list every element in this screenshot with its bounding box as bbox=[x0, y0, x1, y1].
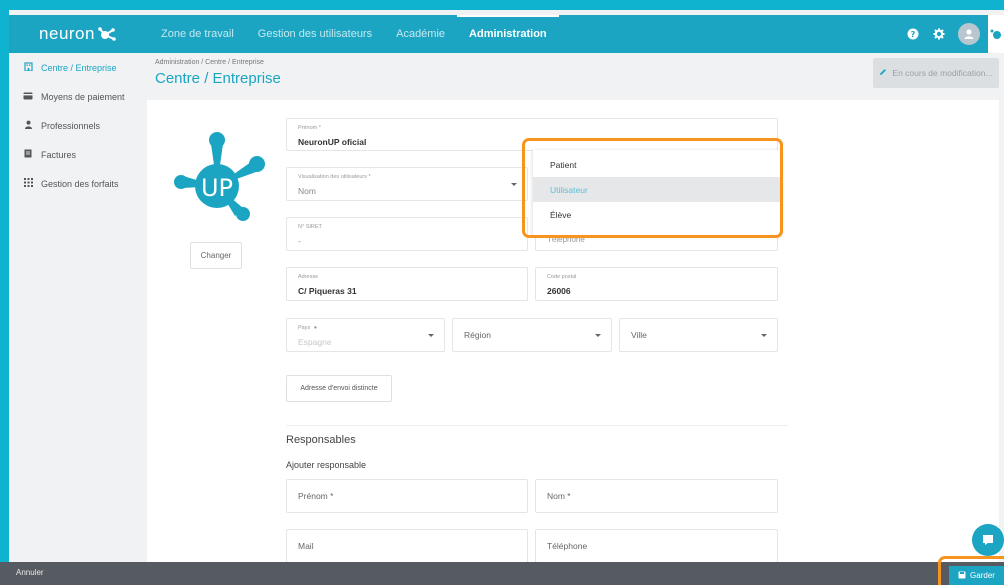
chevron-down-icon bbox=[761, 334, 767, 337]
resp-telephone-placeholder: Téléphone bbox=[547, 541, 588, 551]
resp-prenom-placeholder: Prénom * bbox=[298, 491, 334, 501]
invoice-icon bbox=[21, 149, 35, 160]
resp-prenom-input[interactable]: Prénom * bbox=[286, 479, 528, 513]
adresse-field[interactable]: Adresse C/ Piqueras 31 bbox=[286, 267, 528, 301]
sidebar-item-professionnels[interactable]: Professionnels bbox=[9, 111, 147, 140]
pays-value: Espagne bbox=[298, 337, 332, 347]
sidebar-item-gestion-forfaits[interactable]: Gestion des forfaits bbox=[9, 169, 147, 198]
tab-administration[interactable]: Administration bbox=[457, 15, 559, 53]
resp-nom-input[interactable]: Nom * bbox=[535, 479, 778, 513]
resp-nom-placeholder: Nom * bbox=[547, 491, 571, 501]
dropdown-highlight bbox=[522, 138, 783, 238]
tab-zone-de-travail[interactable]: Zone de travail bbox=[149, 15, 246, 53]
sidebar-item-label: Professionnels bbox=[41, 120, 101, 131]
grid-icon bbox=[21, 178, 35, 189]
chat-icon[interactable] bbox=[972, 524, 1004, 556]
organization-logo: UP bbox=[173, 126, 267, 227]
settings-icon[interactable] bbox=[928, 23, 950, 45]
code-postal-value: 26006 bbox=[547, 286, 571, 296]
lock-icon: ● bbox=[313, 325, 318, 331]
ville-select[interactable]: Ville bbox=[619, 318, 778, 352]
neuron-logo-icon bbox=[98, 27, 116, 41]
pencil-icon bbox=[879, 68, 887, 78]
pays-select[interactable]: Pays ● Espagne bbox=[286, 318, 445, 352]
change-logo-button[interactable]: Changer bbox=[190, 242, 242, 269]
sidebar-item-label: Factures bbox=[41, 149, 77, 160]
chevron-down-icon bbox=[595, 334, 601, 337]
resp-mail-placeholder: Mail bbox=[298, 541, 314, 551]
resp-mail-input[interactable]: Mail bbox=[286, 529, 528, 563]
logo-text: neuron bbox=[39, 24, 95, 43]
region-placeholder: Région bbox=[464, 330, 491, 340]
neuron-logo[interactable]: neuron bbox=[9, 15, 147, 53]
nav-tabs: Zone de travail Gestion des utilisateurs… bbox=[149, 15, 559, 53]
visualisation-label: Visualisation des utilisateurs * bbox=[298, 174, 371, 180]
app-frame: neuron Zone de travail Gestion des utili… bbox=[9, 10, 1004, 585]
visualisation-select[interactable]: Visualisation des utilisateurs * Nom bbox=[286, 167, 528, 201]
user-avatar[interactable] bbox=[958, 23, 980, 45]
sidebar-item-factures[interactable]: Factures bbox=[9, 140, 147, 169]
edit-status-button[interactable]: En cours de modification... bbox=[873, 58, 999, 88]
credit-card-icon bbox=[21, 92, 35, 102]
sidebar: Centre / Entreprise Moyens de paiement P… bbox=[9, 53, 147, 566]
ville-placeholder: Ville bbox=[631, 330, 647, 340]
person-icon bbox=[21, 120, 35, 131]
breadcrumb: Administration / Centre / Entreprise bbox=[155, 59, 264, 66]
code-postal-label: Code postal bbox=[547, 274, 577, 280]
chevron-down-icon bbox=[428, 334, 434, 337]
responsables-title: Responsables bbox=[286, 434, 356, 446]
save-highlight bbox=[938, 556, 1004, 585]
code-postal-field[interactable]: Code postal 26006 bbox=[535, 267, 778, 301]
nav-icons: ? bbox=[902, 15, 1004, 53]
adresse-value: C/ Piqueras 31 bbox=[298, 286, 357, 296]
edit-status-label: En cours de modification... bbox=[892, 68, 993, 78]
visualisation-value: Nom bbox=[298, 186, 316, 196]
prenom-label: Prénom * bbox=[298, 125, 321, 131]
sidebar-item-label: Centre / Entreprise bbox=[41, 62, 117, 73]
top-navbar: neuron Zone de travail Gestion des utili… bbox=[9, 15, 1004, 53]
resp-telephone-input[interactable]: Téléphone bbox=[535, 529, 778, 563]
sidebar-item-centre-entreprise[interactable]: Centre / Entreprise bbox=[9, 53, 147, 82]
siret-value: - bbox=[298, 236, 301, 246]
prenom-value: NeuronUP oficial bbox=[298, 137, 367, 147]
distinct-address-button[interactable]: Adresse d'envoi distincte bbox=[286, 375, 392, 402]
pays-label: Pays ● bbox=[298, 325, 318, 331]
add-responsable-heading: Ajouter responsable bbox=[286, 460, 367, 470]
siret-field[interactable]: N° SIRET - bbox=[286, 217, 528, 251]
sidebar-item-label: Gestion des forfaits bbox=[41, 178, 119, 189]
tab-academie[interactable]: Académie bbox=[384, 15, 457, 53]
section-divider bbox=[286, 425, 788, 426]
adresse-label: Adresse bbox=[298, 274, 319, 280]
organization-logo-text: UP bbox=[201, 174, 233, 202]
cancel-button[interactable]: Annuler bbox=[16, 568, 44, 577]
building-icon bbox=[21, 62, 35, 73]
sidebar-item-label: Moyens de paiement bbox=[41, 91, 125, 102]
sidebar-item-moyens-paiement[interactable]: Moyens de paiement bbox=[9, 82, 147, 111]
tab-gestion-utilisateurs[interactable]: Gestion des utilisateurs bbox=[246, 15, 384, 53]
svg-text:?: ? bbox=[911, 30, 916, 39]
help-icon[interactable]: ? bbox=[902, 23, 924, 45]
bottom-action-bar: Annuler Garder bbox=[0, 562, 1004, 585]
page-title: Centre / Entreprise bbox=[155, 70, 281, 87]
app-logo-icon[interactable] bbox=[988, 15, 1004, 53]
region-select[interactable]: Région bbox=[452, 318, 612, 352]
siret-label: N° SIRET bbox=[298, 224, 322, 230]
chevron-down-icon bbox=[511, 183, 517, 186]
